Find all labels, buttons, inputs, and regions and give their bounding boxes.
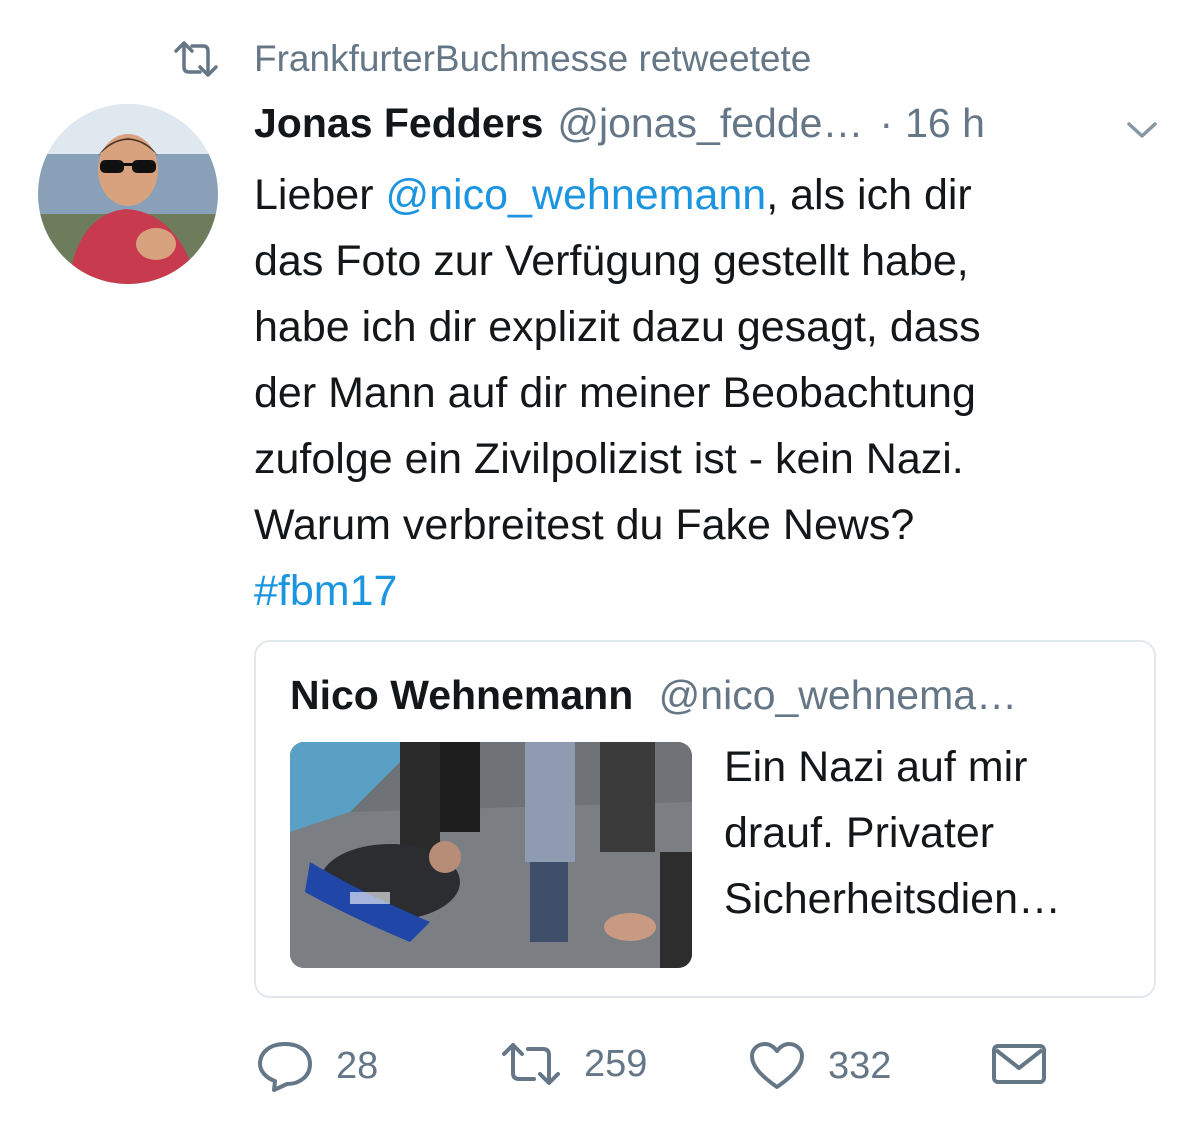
reply-count: 28	[336, 1044, 379, 1087]
like-icon	[750, 1042, 804, 1089]
tweet-text-line: Warum verbreitest du Fake News?	[254, 501, 915, 549]
quoted-tweet-text: Ein Nazi auf mir drauf. Privater Sicherh…	[724, 734, 1144, 932]
quoted-author-name: Nico Wehnemann	[290, 672, 634, 718]
retweet-icon	[502, 1043, 560, 1085]
tweet-text-line: habe ich dir explizit dazu gesagt, dass	[254, 303, 981, 351]
author-name[interactable]: Jonas Fedders	[254, 100, 543, 147]
mention-link[interactable]: @nico_wehnemann	[385, 171, 766, 219]
hashtag-link[interactable]: #fbm17	[254, 567, 397, 615]
retweet-icon	[174, 41, 218, 77]
quoted-tweet-photo[interactable]	[290, 742, 692, 968]
photo-scene	[290, 742, 692, 968]
tweet-text-line: Lieber @nico_wehnemann, als ich dir	[254, 162, 1154, 228]
tweet-text: Lieber @nico_wehnemann, als ich dir das …	[254, 162, 1154, 624]
direct-message-button[interactable]	[990, 1040, 1070, 1088]
quoted-text-line: drauf. Privater	[724, 809, 995, 857]
quoted-text-line: Sicherheitsdien…	[724, 875, 1062, 923]
tweet-text-line: der Mann auf dir meiner Beobachtung	[254, 369, 976, 417]
header-separator: ·	[879, 100, 894, 146]
retweet-banner[interactable]: FrankfurterBuchmesse retweetete	[172, 38, 811, 80]
tweet-text-line: das Foto zur Verfügung gestellt habe,	[254, 237, 969, 285]
tweet-time[interactable]: 16 h	[905, 100, 985, 147]
avatar-image	[38, 104, 218, 284]
direct-message-icon	[992, 1044, 1046, 1084]
chevron-down-icon[interactable]	[1125, 118, 1159, 142]
tweet-text-line: #fbm17	[254, 558, 1154, 624]
like-count: 332	[828, 1044, 892, 1087]
tweet-text-line: zufolge ein Zivilpolizist ist - kein Naz…	[254, 435, 964, 483]
retweet-button[interactable]: 259	[500, 1040, 647, 1088]
quoted-tweet-header: Nico Wehnemann @nico_wehnema…	[290, 672, 1017, 719]
author-handle[interactable]: @jonas_fedde…	[557, 100, 863, 147]
reply-icon	[258, 1042, 312, 1092]
retweet-count: 259	[584, 1042, 648, 1085]
retweet-banner-text: FrankfurterBuchmesse retweetete	[254, 38, 812, 79]
quoted-tweet-card[interactable]: Nico Wehnemann @nico_wehnema… Ein Nazi a…	[254, 640, 1156, 998]
tweet-header: Jonas Fedders @jonas_fedde… · 16 h	[254, 100, 1154, 147]
tweet-actions: 28 259 332	[254, 1040, 1074, 1102]
tweet-text-segment: Lieber	[254, 171, 386, 219]
avatar[interactable]	[38, 104, 218, 284]
quoted-text-line: Ein Nazi auf mir	[724, 743, 1028, 791]
tweet-text-segment: , als ich dir	[766, 171, 972, 219]
like-button[interactable]: 332	[748, 1040, 891, 1092]
reply-button[interactable]: 28	[256, 1040, 378, 1092]
quoted-author-handle: @nico_wehnema…	[658, 672, 1018, 718]
